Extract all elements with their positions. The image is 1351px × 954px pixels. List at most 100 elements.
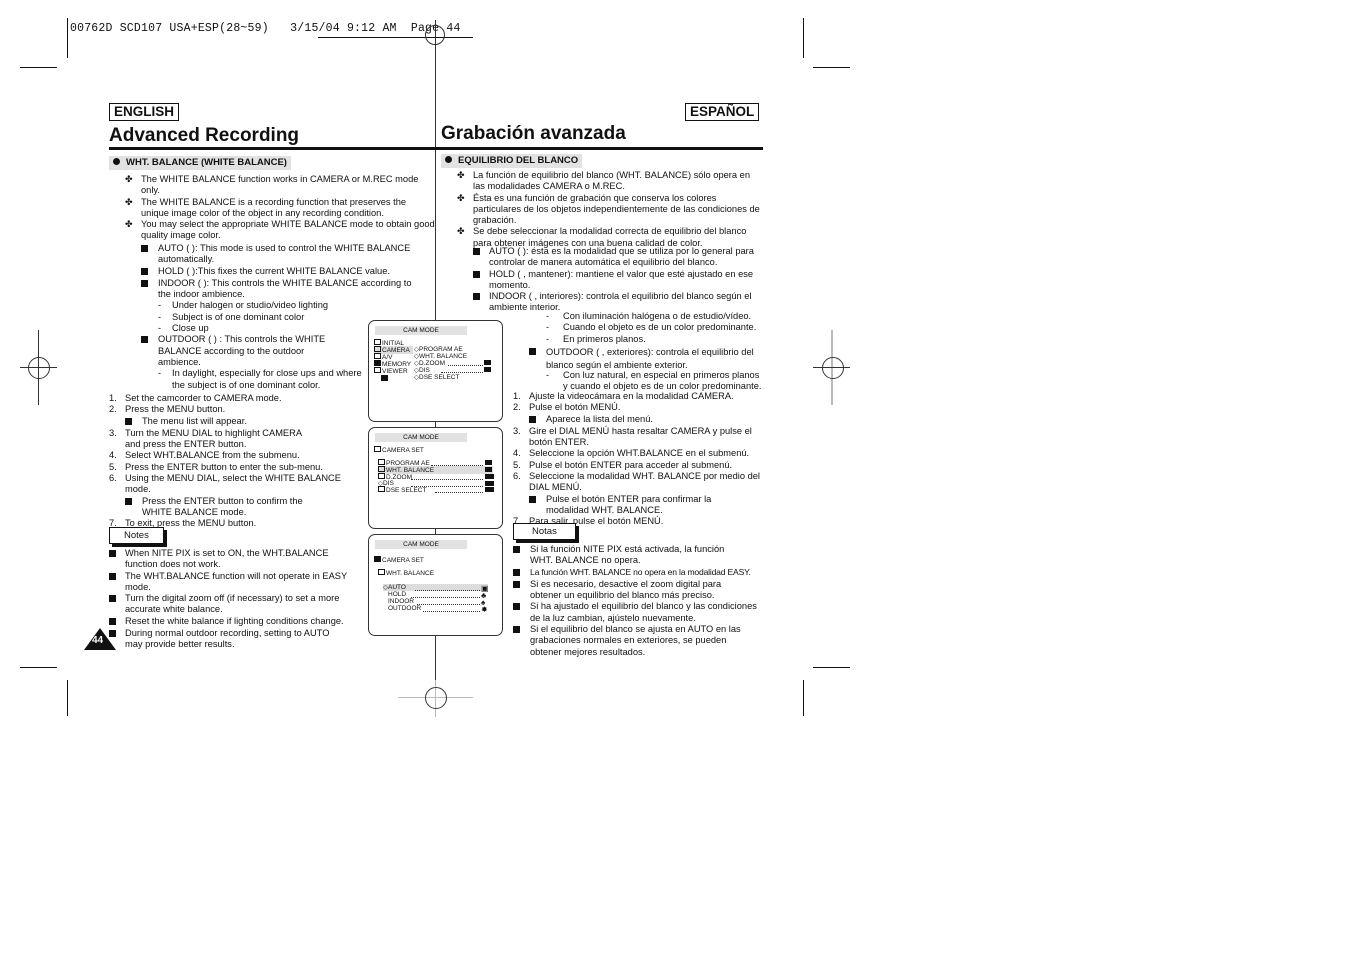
wb-option-outdoor: OUTDOOR xyxy=(388,605,421,612)
dotted-leader xyxy=(417,604,480,605)
bullet-icon xyxy=(113,158,120,165)
crop-mark xyxy=(813,667,850,668)
step-text: Pulse el botón ENTER para acceder al sub… xyxy=(529,459,733,470)
crop-mark xyxy=(20,67,57,68)
list-item-text: The WHITE BALANCE function works in CAME… xyxy=(141,174,419,196)
square-bullet-icon xyxy=(141,245,148,252)
list-item-text: The WHITE BALANCE is a recording functio… xyxy=(141,196,407,218)
folder-icon xyxy=(378,459,385,465)
language-tag-spanish: ESPAÑOL xyxy=(685,103,760,121)
dotted-leader xyxy=(415,590,480,591)
status-icon xyxy=(484,360,491,367)
dotted-leader xyxy=(411,486,483,487)
square-bullet-icon xyxy=(109,572,116,580)
step-text: Seleccione la modalidad WHT. BALANCE por… xyxy=(529,471,760,493)
submenu-item: ◇PROGRAM AE xyxy=(414,346,463,353)
step-item: 3. Gire el DIAL MENÚ hasta resaltar CAMER… xyxy=(513,426,763,449)
sub-item-text: Under halogen or studio/video lighting xyxy=(172,300,329,311)
screen-header: CAM MODE xyxy=(375,540,467,549)
status-icon xyxy=(485,467,492,474)
wb-option-label: OUTDOOR xyxy=(388,605,422,612)
status-block xyxy=(484,360,491,365)
wb-option-label: INDOOR xyxy=(388,598,414,605)
menu-parent-label: CAMERA SET xyxy=(382,447,424,454)
outdoor-wb-icon: ✸ xyxy=(481,605,488,614)
folder-icon xyxy=(374,556,381,562)
note-item: Si la función NITE PIX está activada, la… xyxy=(513,544,743,567)
cross-bullet-icon: ✤ xyxy=(125,174,133,184)
header-underline xyxy=(318,37,473,38)
menu-screen-3: CAM MODE CAMERA SET WHT. BALANCE ◇AUTO H… xyxy=(368,534,503,636)
list-item: ✤ Ésta es una función de grabación que co… xyxy=(457,193,762,227)
mode-text: INDOOR ( ): This controls the WHITE BALA… xyxy=(158,277,412,300)
status-block xyxy=(485,460,492,465)
folder-icon xyxy=(374,367,381,373)
mode-text: OUTDOOR ( , exteriores): controla el equ… xyxy=(546,347,754,370)
folder-icon xyxy=(374,339,381,345)
status-icon xyxy=(485,474,494,481)
step-number: 6. xyxy=(109,473,117,484)
step-sub-item: Press the ENTER button to confirm the WH… xyxy=(109,496,325,519)
mode-list-spanish: AUTO ( ): ésta es la modalidad que se ut… xyxy=(473,246,763,314)
step-sub-text: Press the ENTER button to confirm the WH… xyxy=(142,495,303,517)
folder-icon xyxy=(374,360,381,366)
note-text: La función WHT. BALANCE no opera en la m… xyxy=(530,566,751,577)
step-text: Press the MENU button. xyxy=(125,404,226,415)
square-bullet-icon xyxy=(473,248,480,255)
crop-mark xyxy=(67,18,68,58)
cross-bullet-icon: ✤ xyxy=(125,219,133,230)
step-text: Using the MENU DIAL, select the WHITE BA… xyxy=(125,473,341,495)
status-icon xyxy=(485,487,494,494)
crop-mark xyxy=(20,667,57,668)
wb-option-hold: HOLD xyxy=(388,591,406,598)
mode-text: HOLD ( , mantener): mantiene el valor qu… xyxy=(489,268,754,290)
outdoor-sublist-spanish: - Con luz natural, en especial en primero… xyxy=(546,370,764,393)
square-bullet-icon xyxy=(513,603,520,611)
square-bullet-icon xyxy=(109,617,116,625)
mode-item-hold: HOLD ( , mantener): mantiene el valor qu… xyxy=(473,269,763,292)
note-text: Si la función NITE PIX está activada, la… xyxy=(530,544,725,566)
step-sub-text: Aparece la lista del menú. xyxy=(546,413,653,424)
crop-mark xyxy=(67,680,68,716)
note-text: Si ha ajustado el equilibrio del blanco … xyxy=(530,601,757,623)
step-number: 4. xyxy=(513,448,521,459)
menu-item: DSE SELECT xyxy=(378,486,426,494)
mode-item-indoor: INDOOR ( ): This controls the WHITE BALA… xyxy=(141,278,421,301)
wb-option-indoor: INDOOR xyxy=(388,598,414,605)
note-text: Si el equilibrio del blanco se ajusta en… xyxy=(530,624,741,657)
step-item: 2. Press the MENU button. xyxy=(109,404,364,415)
step-item: 5. Press the ENTER button to enter the su… xyxy=(109,462,364,473)
menu-parent-camera-set: CAMERA SET xyxy=(374,446,424,454)
folder-icon xyxy=(378,466,385,472)
step-text: Select WHT.BALANCE from the submenu. xyxy=(125,450,300,461)
step-text: Press the ENTER button to enter the sub-… xyxy=(125,461,323,472)
folder-icon xyxy=(378,569,385,575)
sub-item-text: In daylight, especially for close ups an… xyxy=(172,368,362,390)
step-item: 5. Pulse el botón ENTER para acceder al s… xyxy=(513,460,763,471)
sub-item: - Con luz natural, en especial en primero… xyxy=(546,370,764,393)
note-text: Turn the digital zoom off (if necessary)… xyxy=(125,593,340,615)
square-bullet-icon xyxy=(513,580,520,588)
square-bullet-icon xyxy=(473,293,480,301)
step-number: 3. xyxy=(109,427,117,438)
cross-bullet-icon: ✤ xyxy=(457,170,465,180)
list-item-text: Ésta es una función de grabación que con… xyxy=(473,192,760,226)
status-icon xyxy=(485,460,492,467)
notes-label-spanish: Notas xyxy=(513,523,576,540)
outdoor-item-spanish: OUTDOOR ( , exteriores): controla el equ… xyxy=(529,346,762,372)
mode-item-auto: AUTO ( ): This mode is used to control t… xyxy=(141,243,421,266)
steps-list-english: 1. Set the camcorder to CAMERA mode. 2. Pr… xyxy=(109,393,364,530)
menu-parent-label: WHT. BALANCE xyxy=(386,570,435,577)
registration-circle xyxy=(425,25,445,45)
step-item: 1. Ajuste la videocámara en la modalidad … xyxy=(513,391,763,402)
square-bullet-icon xyxy=(529,495,536,503)
menu-item-viewer: VIEWER xyxy=(374,367,408,375)
step-item: 4. Seleccione la opción WHT.BALANCE en el… xyxy=(513,448,763,459)
notes-list-english: When NITE PIX is set to ON, the WHT.BALA… xyxy=(109,548,364,651)
step-number: 2. xyxy=(513,402,521,413)
section-heading-spanish: EQUILIBRIO DEL BLANCO xyxy=(441,154,583,168)
steps-list-spanish: 1. Ajuste la videocámara en la modalidad … xyxy=(513,391,763,528)
section-heading-english: WHT. BALANCE (WHITE BALANCE) xyxy=(109,156,291,170)
note-item: La función WHT. BALANCE no opera en la m… xyxy=(513,567,763,579)
folder-icon xyxy=(374,446,381,452)
